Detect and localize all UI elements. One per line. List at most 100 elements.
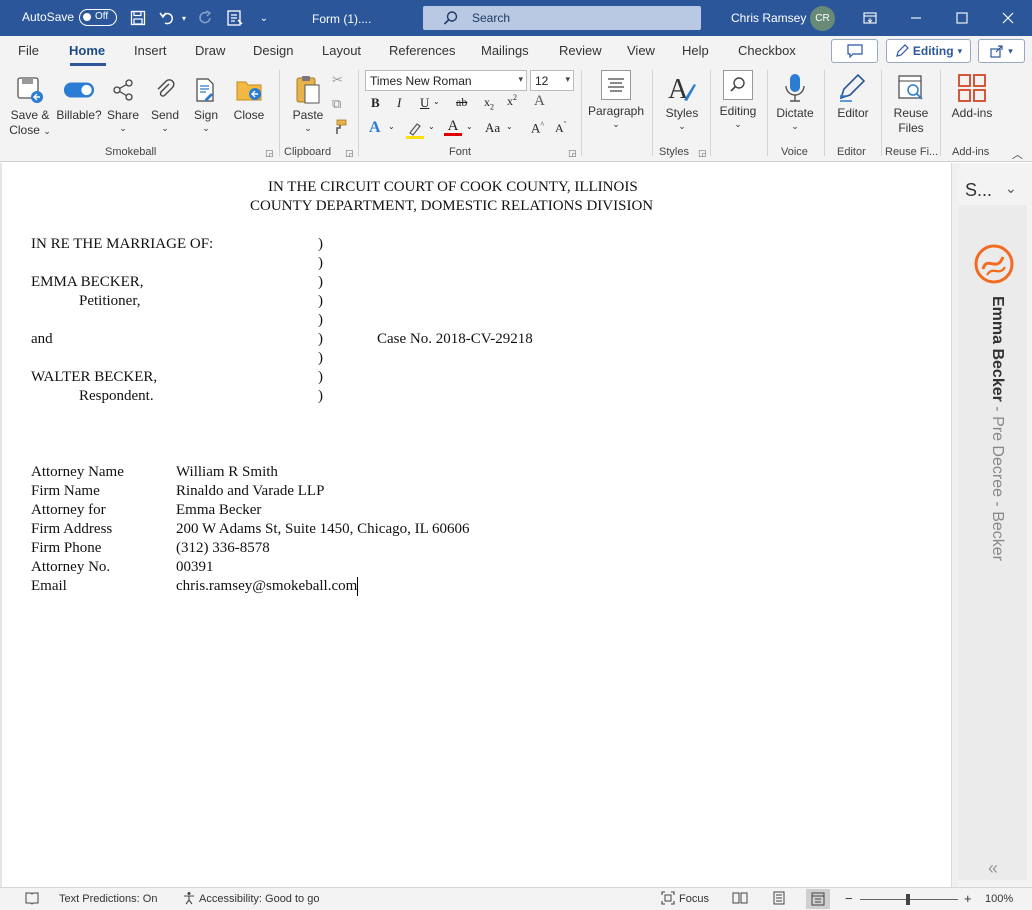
underline-icon[interactable]: U [420,95,429,111]
zoom-in-button[interactable]: + [964,891,972,906]
accessibility-status[interactable]: Accessibility: Good to go [199,893,319,905]
vertical-scrollbar[interactable] [951,163,959,887]
cut-icon[interactable]: ✂ [332,72,343,88]
tab-mailings[interactable]: Mailings [481,43,529,58]
document-canvas[interactable] [0,163,951,887]
dialog-launcher-icon[interactable]: ◲ [698,148,707,159]
save-close-button[interactable]: Save & Close ⌄ [8,74,52,138]
paragraph-button[interactable]: Paragraph ⌄ [587,70,645,129]
dialog-launcher-icon[interactable]: ◲ [345,148,354,159]
font-name-select[interactable]: Times New Roman ▾ [365,70,527,91]
dialog-launcher-icon[interactable]: ◲ [568,148,577,159]
italic-icon[interactable]: I [397,95,401,111]
minimize-icon[interactable] [903,5,929,31]
text-predictions-status[interactable]: Text Predictions: On [59,893,157,905]
document-title[interactable]: Form (1).... [312,12,371,26]
focus-button[interactable]: Focus [679,893,709,905]
attorney-label: Firm Address [31,521,113,537]
copy-icon[interactable]: ⧉ [332,96,341,112]
undo-icon[interactable] [158,8,178,28]
editing-mode-button[interactable]: Editing ▾ [886,39,971,63]
double-chevron-left-icon[interactable]: « [988,858,998,879]
font-size-select[interactable]: 12 ▾ [530,70,574,91]
matter-name-vertical[interactable]: Emma Becker - Pre Decree - Becker [988,296,1006,561]
strikethrough-icon[interactable]: ab [456,95,467,110]
sign-button[interactable]: Sign ⌄ [188,74,224,133]
focus-icon[interactable] [661,891,675,908]
editing-mode-label: Editing [912,44,954,58]
dictate-button[interactable]: Dictate ⌄ [772,72,818,131]
autosave-toggle[interactable]: Off [79,9,117,26]
group-label-reuse: Reuse Fi... [885,146,939,158]
tab-review[interactable]: Review [559,43,602,58]
comments-button[interactable] [831,39,878,63]
web-layout-icon[interactable] [806,889,830,909]
clear-formatting-icon[interactable]: A [534,93,545,110]
chevron-down-icon[interactable]: ⌄ [388,122,395,131]
collapse-ribbon-icon[interactable]: ︿ [1012,146,1023,162]
chevron-down-icon[interactable]: ⌄ [466,122,473,131]
styles-button[interactable]: A Styles ⌄ [659,72,705,131]
bold-icon[interactable]: B [371,95,380,111]
read-mode-icon[interactable] [732,891,748,908]
tab-help[interactable]: Help [682,43,709,58]
zoom-level[interactable]: 100% [985,893,1013,905]
zoom-slider-thumb[interactable] [906,894,910,905]
save-close-icon [14,74,46,106]
font-color-icon[interactable]: A [444,118,462,136]
chevron-down-icon[interactable]: ⌄ [506,122,513,131]
chevron-down-icon: ⌄ [734,119,742,129]
close-button[interactable]: Close [230,74,268,123]
book-icon[interactable] [25,891,39,908]
close-window-icon[interactable] [995,5,1021,31]
text-effects-icon[interactable]: A [369,119,381,137]
editing-button[interactable]: Editing ⌄ [715,70,761,129]
tab-checkbox[interactable]: Checkbox [738,43,796,58]
tab-layout[interactable]: Layout [322,43,361,58]
tab-draw[interactable]: Draw [195,43,225,58]
shrink-font-icon[interactable]: Aˇ [555,120,566,136]
ribbon-display-icon[interactable] [857,5,883,31]
add-ins-button[interactable]: Add-ins [946,72,998,121]
superscript-icon[interactable]: x2 [507,93,517,109]
tab-design[interactable]: Design [253,43,293,58]
chevron-down-icon[interactable]: ⌄ [1005,180,1017,197]
accessibility-icon[interactable] [182,891,196,908]
share-doc-button[interactable]: ▾ [978,39,1025,63]
send-button[interactable]: Send ⌄ [146,74,184,133]
undo-dropdown-icon[interactable]: ▾ [178,8,190,28]
respondent-role: Respondent. [79,388,154,404]
group-divider [358,70,359,156]
redo-icon[interactable] [196,8,216,28]
share-nodes-icon [107,74,139,106]
print-layout-icon[interactable] [772,891,786,908]
change-case-icon[interactable]: Aa [485,120,500,136]
tab-view[interactable]: View [627,43,655,58]
chevron-down-icon[interactable]: ⌄ [433,97,440,106]
maximize-icon[interactable] [949,5,975,31]
tab-references[interactable]: References [389,43,455,58]
caption-paren: ) [318,236,323,252]
form-icon[interactable] [225,8,245,28]
billable-toggle[interactable]: Billable? [55,74,103,123]
tab-home[interactable]: Home [69,43,105,58]
search-box[interactable]: Search [423,6,701,30]
avatar[interactable]: CR [810,6,835,31]
tab-file[interactable]: File [18,43,39,58]
highlighter-icon[interactable] [405,120,425,143]
editor-button[interactable]: Editor [830,72,876,121]
paste-button[interactable]: Paste ⌄ [288,74,328,133]
chevron-down-icon[interactable]: ⌄ [428,122,435,131]
tab-insert[interactable]: Insert [134,43,167,58]
dialog-launcher-icon[interactable]: ◲ [265,148,274,159]
customize-toolbar-icon[interactable]: ⌄ [254,8,274,28]
subscript-icon[interactable]: x2 [484,95,494,111]
attorney-value: 200 W Adams St, Suite 1450, Chicago, IL … [176,521,470,537]
grow-font-icon[interactable]: A^ [531,120,544,136]
reuse-files-button[interactable]: Reuse Files [887,72,935,136]
save-icon[interactable] [128,8,148,28]
share-button[interactable]: Share ⌄ [105,74,141,133]
user-name[interactable]: Chris Ramsey [731,11,806,25]
zoom-out-button[interactable]: − [845,891,853,906]
format-painter-icon[interactable] [331,119,347,138]
